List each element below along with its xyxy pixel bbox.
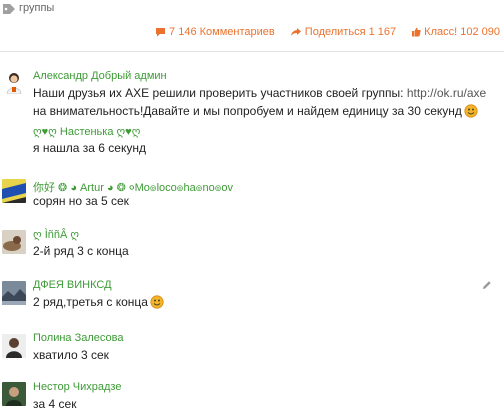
post-text-part: на внимательность!Давайте и мы попробуем…	[33, 104, 462, 118]
avatar[interactable]	[2, 70, 26, 94]
comments-counter[interactable]: 7 146 Комментариев	[155, 26, 275, 38]
like-count-label: Класс! 102 090	[424, 26, 500, 38]
post-text: Наши друзья их AXE решили проверить учас…	[33, 84, 498, 123]
tag-icon	[3, 4, 15, 14]
avatar[interactable]	[2, 230, 26, 254]
post-text-part: Наши друзья их AXE решили проверить учас…	[33, 86, 407, 100]
like-button[interactable]: Класс! 102 090	[411, 26, 500, 38]
share-button[interactable]: Поделиться 1 167	[290, 26, 396, 38]
comment-author[interactable]: Полина Залесова	[33, 332, 123, 344]
comment-text: хватило 3 сек	[33, 348, 109, 362]
comment-text: за 4 сек	[33, 397, 77, 411]
smiley-icon	[150, 295, 164, 314]
comment-text: сорян но за 5 сек	[33, 194, 129, 208]
avatar[interactable]	[2, 281, 26, 305]
comment-text-part: 2 ряд,третья с конца	[33, 295, 148, 309]
comments-count-label: 7 146 Комментариев	[169, 26, 275, 38]
smiley-icon	[464, 104, 478, 123]
comment-author[interactable]: ღ♥ღ Настенька ღ♥ღ	[33, 125, 140, 138]
group-tag-label[interactable]: группы	[19, 2, 54, 14]
share-count-label: Поделиться 1 167	[304, 26, 397, 38]
comment-author[interactable]: Нестор Чихрадзе	[33, 381, 121, 393]
comment-text: 2 ряд,третья с конца	[33, 293, 498, 314]
avatar[interactable]	[2, 334, 26, 358]
share-icon	[290, 28, 301, 36]
separator	[0, 51, 504, 52]
post-author[interactable]: Александр Добрый админ	[33, 70, 167, 82]
comment-text: 2-й ряд 3 с конца	[33, 244, 129, 258]
avatar[interactable]	[2, 179, 26, 203]
comment-author[interactable]: ДФЕЯ ВИНКСД	[33, 279, 112, 291]
like-icon	[412, 27, 421, 37]
avatar[interactable]	[2, 382, 26, 406]
pencil-icon[interactable]	[482, 280, 492, 290]
comment-author[interactable]: ღ ÌññÂ ღ	[33, 228, 79, 241]
comment-text: я нашла за 6 секунд	[33, 141, 146, 155]
top-bar: группы	[0, 0, 504, 22]
post-stats: 7 146 Комментариев Поделиться 1 167 Клас…	[143, 26, 500, 38]
comment-icon	[156, 28, 166, 37]
post-link[interactable]: http://ok.ru/axe	[407, 86, 486, 100]
